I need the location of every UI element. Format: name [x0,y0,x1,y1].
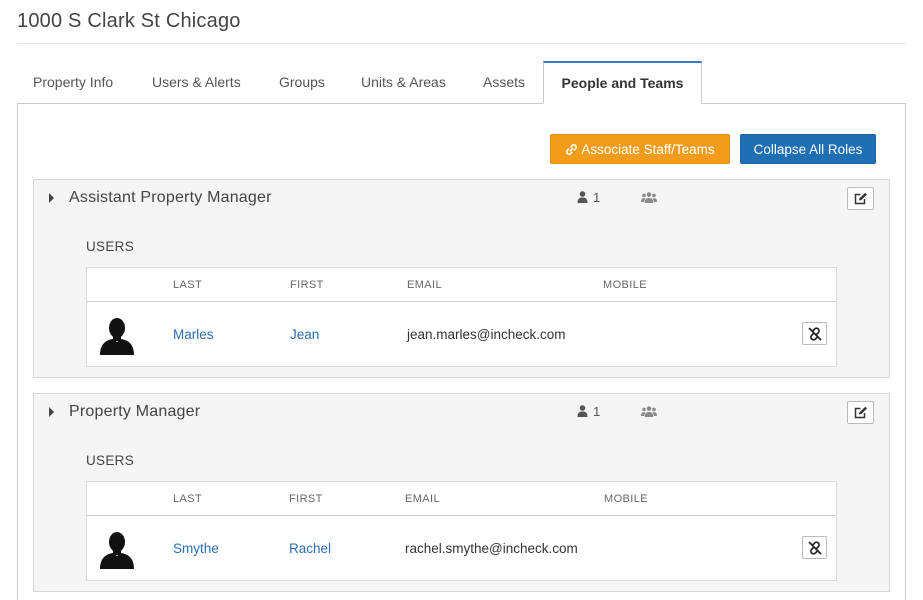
column-header-last: LAST [173,279,203,291]
tab-property-info[interactable]: Property Info [33,61,113,104]
role-title: Property Manager [69,403,201,420]
user-email: jean.marles@incheck.com [407,327,566,342]
unlink-icon [808,541,822,555]
table-header-divider [87,301,836,302]
tab-units-areas[interactable]: Units & Areas [361,61,446,104]
expand-caret-icon[interactable] [49,407,54,417]
unlink-user-button[interactable] [802,322,827,345]
column-header-first: FIRST [289,493,323,505]
page-title: 1000 S Clark St Chicago [17,10,241,32]
associate-staff-teams-button[interactable]: Associate Staff/Teams [550,134,730,164]
column-header-email: EMAIL [407,279,443,291]
user-icon [577,191,588,203]
tab-bar: Property Info Users & Alerts Groups Unit… [17,61,906,104]
users-icon [641,406,657,417]
users-table: LAST FIRST EMAIL MOBILE Smythe Rachel ra… [86,481,837,581]
role-header: Property Manager 1 [34,394,889,430]
table-header-divider [87,515,836,516]
edit-role-button[interactable] [847,187,874,210]
user-email: rachel.smythe@incheck.com [405,541,578,556]
unlink-user-button[interactable] [802,536,827,559]
edit-role-button[interactable] [847,401,874,424]
column-header-mobile: MOBILE [603,279,647,291]
role-section: Property Manager 1 USERS LAST FIRST EMAI… [33,393,890,592]
user-last-name-link[interactable]: Marles [173,327,214,342]
link-icon [566,144,578,155]
role-title: Assistant Property Manager [69,189,272,206]
column-header-mobile: MOBILE [604,493,648,505]
users-table: LAST FIRST EMAIL MOBILE Marles Jean jean… [86,267,837,367]
column-header-email: EMAIL [405,493,441,505]
user-count: 1 [593,190,601,205]
role-section: Assistant Property Manager 1 USERS LAST … [33,179,890,378]
avatar [100,318,134,355]
users-icon [641,192,657,203]
associate-button-label: Associate Staff/Teams [581,142,715,157]
user-icon [577,405,588,417]
avatar [100,532,134,569]
tab-groups[interactable]: Groups [279,61,325,104]
user-count: 1 [593,404,601,419]
users-section-label: USERS [86,239,135,254]
edit-icon [854,406,867,419]
collapse-all-roles-button[interactable]: Collapse All Roles [740,134,876,164]
users-section-label: USERS [86,453,135,468]
user-first-name-link[interactable]: Jean [290,327,319,342]
expand-caret-icon[interactable] [49,193,54,203]
role-header: Assistant Property Manager 1 [34,180,889,216]
tab-people-and-teams[interactable]: People and Teams [543,61,702,104]
unlink-icon [808,327,822,341]
tab-assets[interactable]: Assets [483,61,525,104]
column-header-first: FIRST [290,279,324,291]
tab-users-alerts[interactable]: Users & Alerts [152,61,241,104]
column-header-last: LAST [173,493,203,505]
user-last-name-link[interactable]: Smythe [173,541,219,556]
edit-icon [854,192,867,205]
user-first-name-link[interactable]: Rachel [289,541,331,556]
title-divider [17,43,906,44]
